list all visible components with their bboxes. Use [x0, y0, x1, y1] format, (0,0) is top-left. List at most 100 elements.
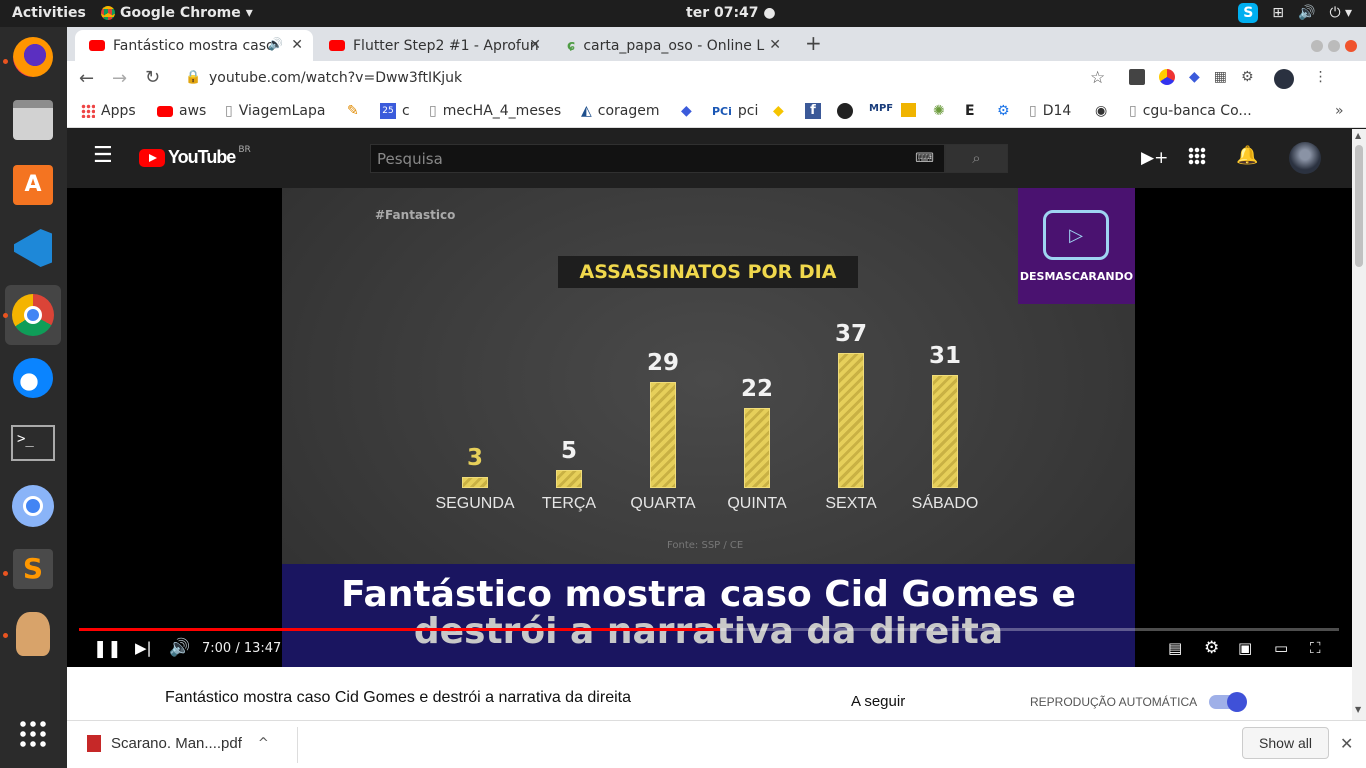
- bookmark-e[interactable]: E: [965, 103, 975, 119]
- chrome-dock-icon[interactable]: [5, 285, 61, 345]
- bookmark-seal[interactable]: ✺: [933, 103, 945, 119]
- bookmark-facebook[interactable]: f: [805, 103, 821, 119]
- window-controls[interactable]: [1311, 37, 1358, 56]
- bookmark-aws[interactable]: aws: [157, 103, 206, 119]
- user-avatar[interactable]: [1289, 142, 1321, 174]
- minimize-icon[interactable]: [1311, 40, 1323, 52]
- caption-line-1: Fantástico mostra caso Cid Gomes e: [341, 574, 1076, 615]
- power-icon[interactable]: ⏻ ▾: [1329, 5, 1352, 21]
- settings-gear-icon[interactable]: ⚙: [1204, 638, 1219, 658]
- close-download-bar-icon[interactable]: ✕: [1340, 734, 1353, 753]
- bookmark-star-icon[interactable]: ☆: [1090, 68, 1105, 88]
- more-bookmarks-icon[interactable]: »: [1335, 103, 1344, 119]
- new-tab-button[interactable]: +: [805, 31, 822, 55]
- profile-avatar[interactable]: [1273, 69, 1294, 89]
- pause-button[interactable]: ❚❚: [93, 639, 122, 659]
- subtitles-icon[interactable]: ▤: [1168, 639, 1182, 657]
- bookmark-box[interactable]: [901, 103, 916, 117]
- volume-button[interactable]: 🔊: [169, 638, 190, 658]
- bookmark-coragem[interactable]: ◭ coragem: [581, 103, 660, 119]
- bookmark-bb[interactable]: ◆: [773, 103, 784, 119]
- tab-overleaf[interactable]: ɕ carta_papa_oso - Online L ✕: [553, 30, 791, 61]
- chromium-icon[interactable]: [9, 482, 57, 530]
- bookmark-mecha[interactable]: ▯ mecHA_4_meses: [429, 103, 561, 119]
- create-video-icon[interactable]: ▶+: [1141, 148, 1168, 168]
- forward-button[interactable]: →: [112, 68, 127, 89]
- maximize-icon[interactable]: [1328, 40, 1341, 52]
- close-tab-icon[interactable]: ✕: [529, 37, 541, 53]
- software-center-icon[interactable]: A: [9, 161, 57, 209]
- chart-data-label: 3: [466, 445, 483, 472]
- tab-flutter[interactable]: Flutter Step2 #1 - Aprofun ✕: [315, 30, 551, 61]
- bookmark-github[interactable]: [837, 103, 853, 119]
- youtube-logo[interactable]: YouTube BR: [139, 145, 251, 168]
- app-menu[interactable]: Google Chrome ▾: [101, 5, 253, 21]
- colors-extension-icon[interactable]: [1159, 69, 1175, 85]
- volume-icon[interactable]: 🔊: [1298, 5, 1315, 21]
- firefox-icon[interactable]: [9, 33, 57, 81]
- activities-button[interactable]: Activities: [12, 5, 86, 21]
- show-all-button[interactable]: Show all: [1242, 727, 1329, 759]
- miniplayer-icon[interactable]: ▣: [1238, 639, 1252, 657]
- bookmark-viagemlapa[interactable]: ▯ ViagemLapa: [225, 103, 325, 119]
- chrome-menu-icon[interactable]: ⋮: [1314, 69, 1328, 89]
- apps-grid-icon[interactable]: [1188, 147, 1206, 165]
- lock-icon[interactable]: 🔒: [185, 70, 201, 85]
- bookmark-d14[interactable]: ▯ D14: [1029, 103, 1071, 119]
- bookmark-label: mecHA_4_meses: [442, 103, 562, 119]
- bookmark-c[interactable]: 25 c: [380, 103, 410, 119]
- download-item[interactable]: Scarano. Man....pdf ^: [87, 735, 269, 752]
- bookmark-mpf[interactable]: MPF: [869, 103, 893, 114]
- scrollbar-thumb[interactable]: [1355, 145, 1363, 267]
- tab-youtube-active[interactable]: Fantástico mostra caso 🔊 ✕: [75, 30, 313, 61]
- theater-mode-icon[interactable]: ▭: [1274, 639, 1288, 657]
- scroll-up-icon[interactable]: ▲: [1355, 131, 1361, 140]
- bookmark-globe[interactable]: ◉: [1095, 103, 1107, 119]
- terminal-icon[interactable]: >_: [9, 419, 57, 467]
- close-window-icon[interactable]: [1345, 40, 1358, 52]
- bookmark-apps[interactable]: Apps: [81, 103, 136, 119]
- reload-button[interactable]: ↻: [145, 67, 160, 88]
- system-tray[interactable]: S ⊞ 🔊 ⏻ ▾: [1238, 3, 1352, 23]
- network-icon[interactable]: ⊞: [1272, 5, 1284, 21]
- search-button[interactable]: ⌕: [945, 144, 1008, 173]
- close-tab-icon[interactable]: ✕: [769, 37, 781, 53]
- bookmark-diamond[interactable]: ◆: [681, 103, 692, 119]
- scroll-down-icon[interactable]: ▼: [1355, 705, 1361, 714]
- video-player[interactable]: #Fantastico ▷ DESMASCARANDO ASSASSINATOS…: [67, 188, 1352, 667]
- skype-icon[interactable]: S: [1238, 3, 1259, 23]
- page-icon: ▯: [1029, 103, 1037, 119]
- notifications-bell-icon[interactable]: 🔔: [1236, 145, 1258, 166]
- chevron-up-icon[interactable]: ^: [258, 736, 269, 751]
- autoplay-toggle[interactable]: [1209, 692, 1247, 712]
- keyboard-icon[interactable]: ⌨: [915, 151, 934, 166]
- clock[interactable]: ter 07:47 ●: [686, 5, 776, 21]
- back-button[interactable]: ←: [79, 68, 94, 89]
- bookmark-cgu[interactable]: ▯ cgu-banca Co...: [1129, 103, 1252, 119]
- files-icon[interactable]: [9, 96, 57, 144]
- close-tab-icon[interactable]: ✕: [291, 37, 303, 53]
- next-button[interactable]: ▶|: [135, 639, 152, 657]
- fullscreen-icon[interactable]: ⛶: [1310, 639, 1321, 657]
- mascot-app-icon[interactable]: [9, 610, 57, 658]
- diamond-extension-icon[interactable]: ◆: [1189, 69, 1200, 89]
- facebook-icon: f: [805, 103, 821, 119]
- grid-extension-icon[interactable]: ▦: [1214, 69, 1227, 89]
- progress-bar[interactable]: [79, 628, 1339, 631]
- gear-extension-icon[interactable]: ⚙: [1241, 69, 1254, 89]
- sublime-text-icon[interactable]: S: [9, 545, 57, 593]
- bookmark-pci[interactable]: PCi pci: [712, 103, 758, 119]
- search-input[interactable]: Pesquisa ⌨: [370, 144, 945, 173]
- bookmark-gear[interactable]: ⚙: [997, 103, 1010, 119]
- page-scrollbar[interactable]: ▲ ▼: [1352, 129, 1366, 720]
- thunderbird-icon[interactable]: [9, 354, 57, 402]
- bookmark-pencil[interactable]: ✎: [347, 103, 359, 119]
- url-text[interactable]: youtube.com/watch?v=Dww3ftIKjuk: [209, 70, 462, 86]
- hamburger-menu-icon[interactable]: ☰: [93, 145, 113, 167]
- download-extension-icon[interactable]: [1129, 69, 1145, 85]
- show-applications-icon[interactable]: [9, 710, 57, 758]
- vscode-icon[interactable]: [9, 224, 57, 272]
- notification-dot-icon: ●: [763, 5, 776, 21]
- github-icon: [837, 103, 853, 119]
- address-bar[interactable]: 🔒 youtube.com/watch?v=Dww3ftIKjuk: [173, 65, 1113, 93]
